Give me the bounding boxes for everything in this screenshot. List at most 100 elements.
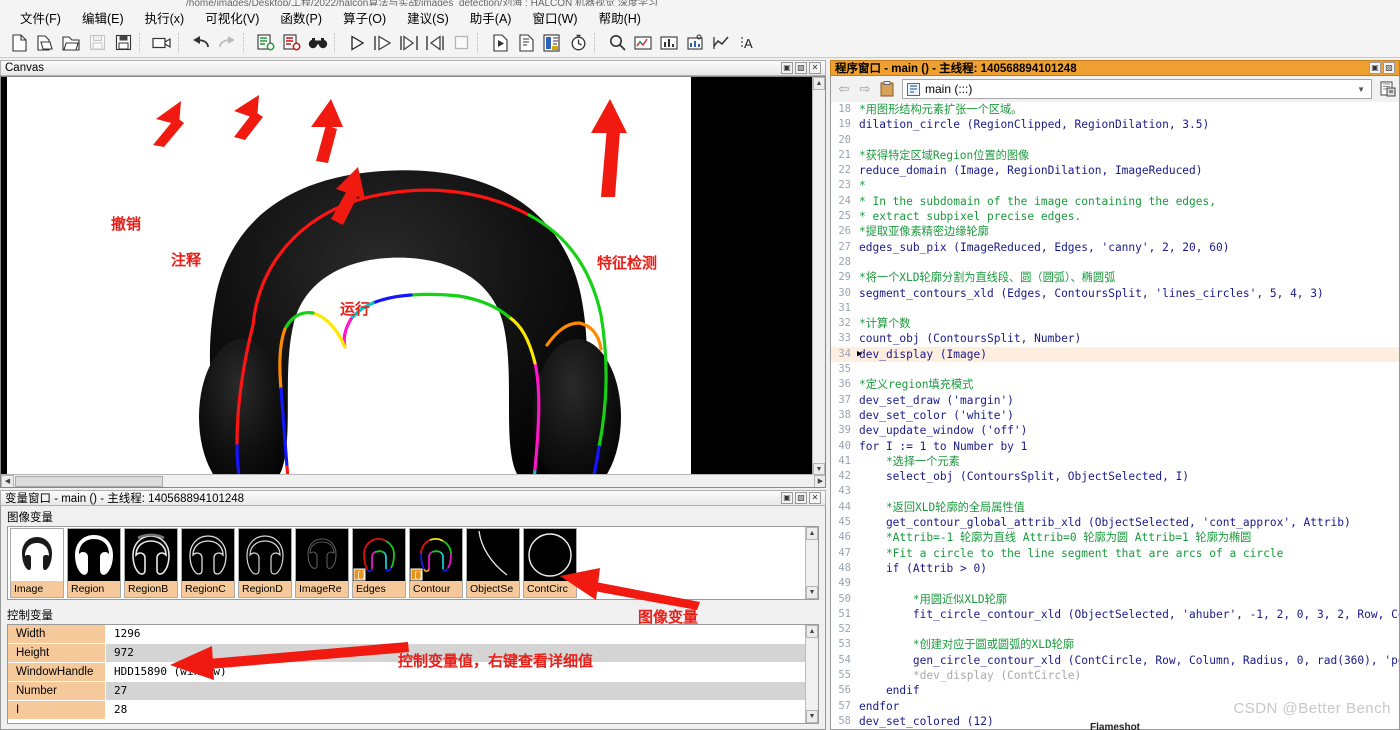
step-into-icon[interactable]: [396, 30, 422, 56]
menu-window[interactable]: 窗口(W): [522, 5, 588, 30]
menu-execute[interactable]: 执行(x): [135, 5, 196, 30]
code-line[interactable]: 22 reduce_domain (Image, RegionDilation, …: [831, 163, 1399, 179]
image-variables-scrollbar[interactable]: ▲ ▼: [805, 527, 818, 599]
code-line[interactable]: 40 for I := 1 to Number by 1: [831, 438, 1399, 454]
canvas-hscroll-thumb[interactable]: [15, 475, 163, 487]
new-procedure-icon[interactable]: [513, 30, 539, 56]
code-line[interactable]: 34 dev_display (Image): [831, 346, 1399, 363]
code-line[interactable]: 32 *计算个数: [831, 316, 1399, 332]
code-line[interactable]: 39 dev_update_window ('off'): [831, 423, 1399, 439]
menu-edit[interactable]: 编辑(E): [72, 5, 135, 30]
canvas-float-button[interactable]: ▧: [795, 62, 807, 74]
image-variable-item[interactable]: RegionC: [181, 528, 235, 598]
variable-close-button[interactable]: ✕: [809, 492, 821, 504]
code-line[interactable]: 55 *dev_display (ContCircle): [831, 667, 1399, 684]
profile-icon[interactable]: [708, 30, 734, 56]
image-variable-item[interactable]: RegionB: [124, 528, 178, 598]
code-line[interactable]: 36 *定义region填充模式: [831, 377, 1399, 393]
canvas-image-area[interactable]: 撤销 注释 运行 特征检测 ▲ ▼ ◀ ▶: [0, 76, 826, 488]
code-line[interactable]: 41 *选择一个元素: [831, 453, 1399, 470]
control-variables-scrollbar[interactable]: ▲ ▼: [805, 625, 818, 723]
code-line[interactable]: 35: [831, 362, 1399, 378]
canvas-close-button[interactable]: ✕: [809, 62, 821, 74]
open-recent-icon[interactable]: [58, 30, 84, 56]
program-float-button[interactable]: ▨: [1383, 62, 1395, 74]
menu-assistants[interactable]: 助手(A): [460, 5, 523, 30]
control-variables-table[interactable]: Width 1296 Height 972 WindowHandle HDD15890 (…: [7, 624, 819, 724]
image-var-scroll-up-button[interactable]: ▲: [806, 527, 818, 540]
zoom-icon[interactable]: [604, 30, 630, 56]
redo-icon[interactable]: [214, 30, 240, 56]
uncomment-icon[interactable]: [279, 30, 305, 56]
canvas-scroll-up-button[interactable]: ▲: [813, 77, 825, 90]
code-line[interactable]: 56 endif: [831, 683, 1399, 699]
menu-procedures[interactable]: 函数(P): [270, 5, 333, 30]
code-editor[interactable]: 18 *用图形结构元素扩张一个区域。 19 dilation_circle (Regi…: [830, 102, 1400, 730]
histogram-icon[interactable]: [656, 30, 682, 56]
control-var-scroll-up-button[interactable]: ▲: [806, 625, 818, 638]
control-var-scroll-down-button[interactable]: ▼: [806, 710, 818, 723]
code-line[interactable]: 20: [831, 132, 1399, 148]
program-dock-button[interactable]: ▣: [1369, 62, 1381, 74]
code-line[interactable]: 51 fit_circle_contour_xld (ObjectSelecte…: [831, 606, 1399, 623]
save-procedure-icon[interactable]: [1377, 79, 1399, 99]
canvas-vertical-scrollbar[interactable]: ▲ ▼: [812, 77, 825, 476]
code-line[interactable]: 44 *返回XLD轮廓的全局属性值: [831, 499, 1399, 516]
image-variable-item[interactable]: ObjectSе: [466, 528, 520, 598]
code-line[interactable]: 49: [831, 576, 1399, 592]
program-counter-icon[interactable]: [539, 30, 565, 56]
canvas-scroll-left-button[interactable]: ◀: [1, 474, 14, 487]
image-variable-item[interactable]: [] Edges: [352, 528, 406, 598]
variable-dock-button[interactable]: ▣: [781, 492, 793, 504]
control-variable-row[interactable]: I 28: [8, 701, 818, 720]
menu-operators[interactable]: 算子(O): [333, 5, 397, 30]
canvas-horizontal-scrollbar[interactable]: ◀ ▶: [1, 474, 825, 487]
clipboard-icon[interactable]: [877, 79, 897, 99]
control-variable-row[interactable]: Width 1296: [8, 625, 818, 644]
code-line[interactable]: 19 dilation_circle (RegionClipped, Region…: [831, 117, 1399, 133]
code-line[interactable]: 23 *: [831, 178, 1399, 194]
menu-suggestions[interactable]: 建议(S): [397, 5, 460, 30]
back-arrow-icon[interactable]: ⇦: [835, 80, 853, 98]
code-line[interactable]: 50 *用圆近似XLD轮廓: [831, 591, 1399, 607]
chevron-down-icon[interactable]: ▼: [1357, 85, 1365, 94]
code-line[interactable]: 42 select_obj (ContoursSplit, ObjectSele…: [831, 469, 1399, 485]
code-line[interactable]: 37 dev_set_draw ('margin'): [831, 392, 1399, 408]
code-line[interactable]: 54 gen_circle_contour_xld (ContCircle, R…: [831, 652, 1399, 668]
code-line[interactable]: 47 *Fit a circle to the line segment tha…: [831, 545, 1399, 561]
code-line[interactable]: 18 *用图形结构元素扩张一个区域。: [831, 102, 1399, 118]
image-variables-list[interactable]: Image Region RegionB RegionC RegionD ImageRe[…: [7, 526, 819, 600]
image-variable-item[interactable]: [] Contour: [409, 528, 463, 598]
find-icon[interactable]: [305, 30, 331, 56]
image-variable-item[interactable]: Region: [67, 528, 121, 598]
code-line[interactable]: 31: [831, 300, 1399, 317]
code-line[interactable]: 29 *将一个XLD轮廓分割为直线段、圆（圆弧）、椭圆弧: [831, 270, 1399, 286]
save-as-icon[interactable]: [110, 30, 136, 56]
run-icon[interactable]: [344, 30, 370, 56]
menu-visualize[interactable]: 可视化(V): [195, 5, 270, 30]
step-over-icon[interactable]: [370, 30, 396, 56]
canvas-dock-button[interactable]: ▣: [781, 62, 793, 74]
image-variable-item[interactable]: ImageRe: [295, 528, 349, 598]
reset-program-icon[interactable]: [487, 30, 513, 56]
image-assistant-icon[interactable]: [682, 30, 708, 56]
code-line[interactable]: 21 *获得特定区域Region位置的图像: [831, 147, 1399, 164]
open-program-icon[interactable]: [32, 30, 58, 56]
variable-float-button[interactable]: ▧: [795, 492, 807, 504]
step-out-icon[interactable]: [422, 30, 448, 56]
code-line[interactable]: 38 dev_set_color ('white'): [831, 407, 1399, 424]
code-line[interactable]: 52: [831, 622, 1399, 638]
text-icon[interactable]: A: [734, 30, 760, 56]
procedure-selector[interactable]: main (:::) ▼: [902, 79, 1372, 99]
code-line[interactable]: 46 *Attrib=-1 轮廓为直线 Attrib=0 轮廓为圆 Attrib…: [831, 530, 1399, 546]
image-variable-item[interactable]: ContCirc: [523, 528, 577, 598]
image-variable-item[interactable]: Image: [10, 528, 64, 598]
code-line[interactable]: 43: [831, 484, 1399, 500]
canvas-scroll-right-button[interactable]: ▶: [814, 474, 825, 487]
code-line[interactable]: 33 count_obj (ContoursSplit, Number): [831, 331, 1399, 347]
code-line[interactable]: 30 segment_contours_xld (Edges, ContoursS…: [831, 285, 1399, 301]
feature-histogram-icon[interactable]: [630, 30, 656, 56]
save-icon[interactable]: [84, 30, 110, 56]
timer-icon[interactable]: [565, 30, 591, 56]
code-line[interactable]: 24 * In the subdomain of the image contai…: [831, 193, 1399, 210]
